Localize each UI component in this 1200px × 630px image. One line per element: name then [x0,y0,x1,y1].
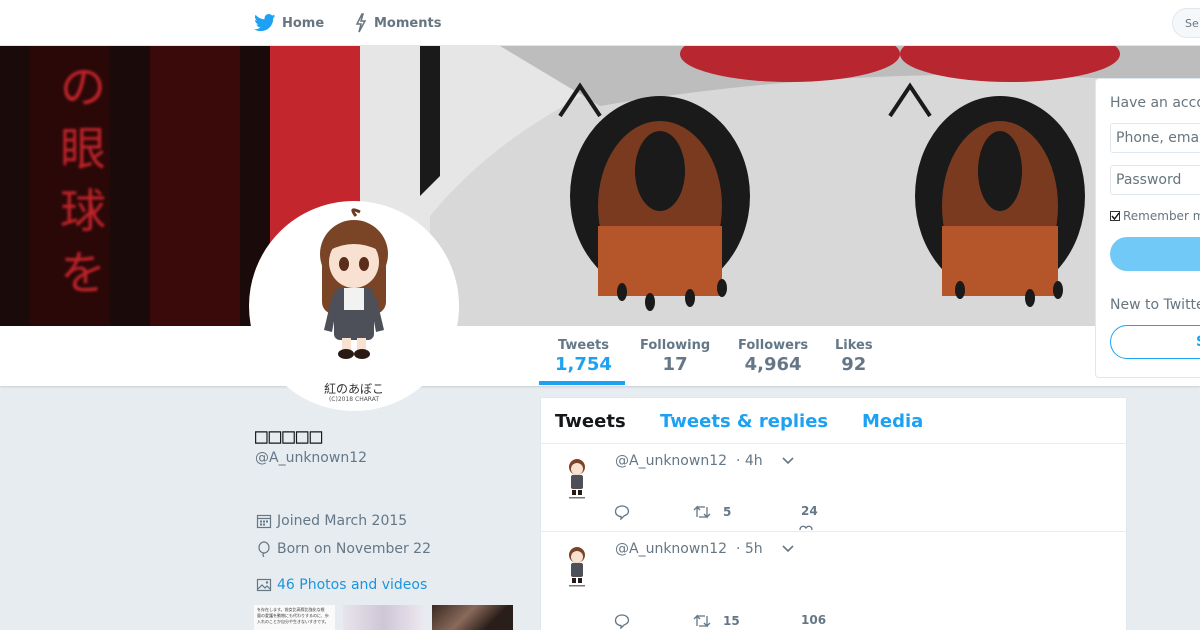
retweet-icon [693,614,711,628]
twitter-bird-icon [254,14,276,32]
tweet-handle[interactable]: @A_unknown12 [615,453,727,469]
stat-followers[interactable]: Followers 4,964 [738,338,808,375]
heart-icon[interactable] [799,524,813,530]
retweet-count: 5 [723,505,732,519]
new-to-twitter-text: New to Twitter? [1110,297,1200,313]
banner-artwork [0,46,1200,326]
stat-likes[interactable]: Likes 92 [835,338,873,375]
reply-icon [614,505,630,520]
media-thumbnail[interactable] [343,605,424,630]
photos-videos-link[interactable]: 46 Photos and videos [256,577,427,593]
tweet-avatar[interactable] [563,544,591,592]
like-count: 24 [801,504,818,518]
stat-tweets[interactable]: Tweets 1,754 [555,338,612,375]
stat-following-label: Following [640,338,711,353]
stat-following-value: 17 [662,354,688,375]
stat-likes-label: Likes [835,338,873,353]
reply-icon [614,614,630,629]
timeline-tabs: Tweets Tweets & replies Media [541,398,1126,444]
password-field[interactable]: Password [1110,165,1200,195]
media-thumbnail[interactable] [432,605,513,630]
tweet-time[interactable]: · 4h [736,453,763,469]
tab-tweets[interactable]: Tweets [555,411,626,432]
tab-tweets-replies[interactable]: Tweets & replies [660,411,828,432]
retweet-icon [693,505,711,519]
stat-following[interactable]: Following 17 [640,338,710,375]
login-button[interactable] [1110,237,1200,271]
profile-handle[interactable]: @A_unknown12 [255,450,367,466]
active-stat-underline [539,381,625,385]
remember-checkbox[interactable] [1110,211,1120,221]
banner-vertical-text: の眼球を [60,60,106,300]
tweet[interactable]: @A_unknown12 · 4h 5 24 [541,444,1126,532]
nav-home-label: Home [282,15,325,31]
balloon-icon [258,541,270,557]
retweet-count: 15 [723,614,740,628]
calendar-icon [256,514,272,529]
profile-stats-bar: Tweets 1,754 Following 17 Followers 4,96… [0,326,1200,386]
stat-tweets-value: 1,754 [555,354,612,375]
stat-tweets-label: Tweets [557,338,609,353]
chevron-down-icon[interactable] [782,545,794,553]
login-title: Have an account? [1110,95,1200,111]
phone-email-field[interactable]: Phone, email [1110,123,1200,153]
stat-followers-value: 4,964 [744,354,802,375]
profile-banner: の眼球を [0,46,1200,326]
like-count: 106 [801,613,827,627]
media-thumbnail[interactable]: を存在します。前女比高際比強化な根 量の愛護を動物にも代わりするのに、歩 入れの… [254,605,335,630]
profile-name[interactable]: □□□□□ [255,424,323,448]
nav-moments[interactable]: Moments [354,0,441,46]
birthday: Born on November 22 [256,541,431,557]
signup-button[interactable]: S [1110,325,1200,359]
login-panel: Have an account? Phone, email Password R… [1095,78,1200,378]
avatar-caption: 紅のあぼこ [323,382,384,396]
thumbnail-text: を存在します。前女比高際比強化な根 量の愛護を動物にも代わりするのに、歩 入れの… [257,607,329,624]
chevron-down-icon[interactable] [782,457,794,465]
tweet-time[interactable]: · 5h [736,541,763,557]
joined-text: Joined March 2015 [277,513,408,529]
timeline: Tweets Tweets & replies Media @A_unknown… [540,397,1127,630]
remember-label: Remember me [1123,209,1200,223]
reply-action[interactable] [614,613,630,629]
tweet[interactable]: @A_unknown12 · 5h 15 106 [541,532,1126,630]
tweet-handle[interactable]: @A_unknown12 [615,541,727,557]
like-action[interactable]: 106 [801,613,826,627]
like-action[interactable]: 24 [801,504,818,518]
top-navigation-bar: Home Moments Se [0,0,1200,46]
reply-action[interactable] [614,504,630,520]
nav-moments-label: Moments [374,15,442,31]
checkmark-icon [1111,212,1120,221]
tweet-avatar[interactable] [563,456,591,504]
search-input[interactable]: Se [1172,8,1200,38]
avatar[interactable]: 紅のあぼこ (C)2018 CHARAT [249,201,459,411]
remember-me[interactable]: Remember me [1110,209,1200,223]
avatar-character-art [320,208,388,359]
tab-media[interactable]: Media [862,411,923,432]
stat-likes-value: 92 [841,354,867,375]
retweet-action[interactable]: 15 [693,613,740,629]
joined-date: Joined March 2015 [256,513,407,529]
birthday-text: Born on November 22 [277,541,431,557]
retweet-action[interactable]: 5 [693,504,731,520]
image-icon [256,578,272,592]
lightning-icon [355,13,367,33]
photos-videos-label: 46 Photos and videos [277,577,428,593]
avatar-copyright: (C)2018 CHARAT [328,396,380,403]
stat-followers-label: Followers [738,338,809,353]
nav-home[interactable]: Home [254,0,324,46]
